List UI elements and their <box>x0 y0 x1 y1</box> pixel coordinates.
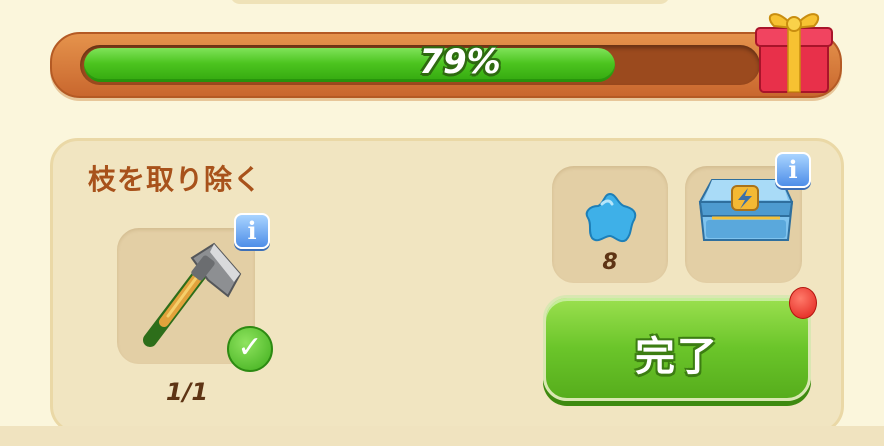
check-icon: ✓ <box>227 326 273 372</box>
complete-button-label: 完了 <box>635 334 719 380</box>
complete-button[interactable]: 完了 <box>543 295 811 401</box>
bottom-strip <box>0 426 884 446</box>
top-shade <box>230 0 670 4</box>
task-title: 枝を取り除く <box>88 163 263 196</box>
gift-box-icon[interactable] <box>752 0 836 98</box>
axe-info-button[interactable]: i <box>234 213 270 249</box>
requirement-count: 1/1 <box>165 378 209 406</box>
progress-percent-label: 79% <box>419 42 501 82</box>
chest-info-button[interactable]: i <box>775 152 811 188</box>
axe-icon <box>143 242 242 347</box>
gem-reward-count: 8 <box>602 250 618 275</box>
notification-badge <box>789 287 817 319</box>
blue-star-gem-icon <box>585 192 637 243</box>
